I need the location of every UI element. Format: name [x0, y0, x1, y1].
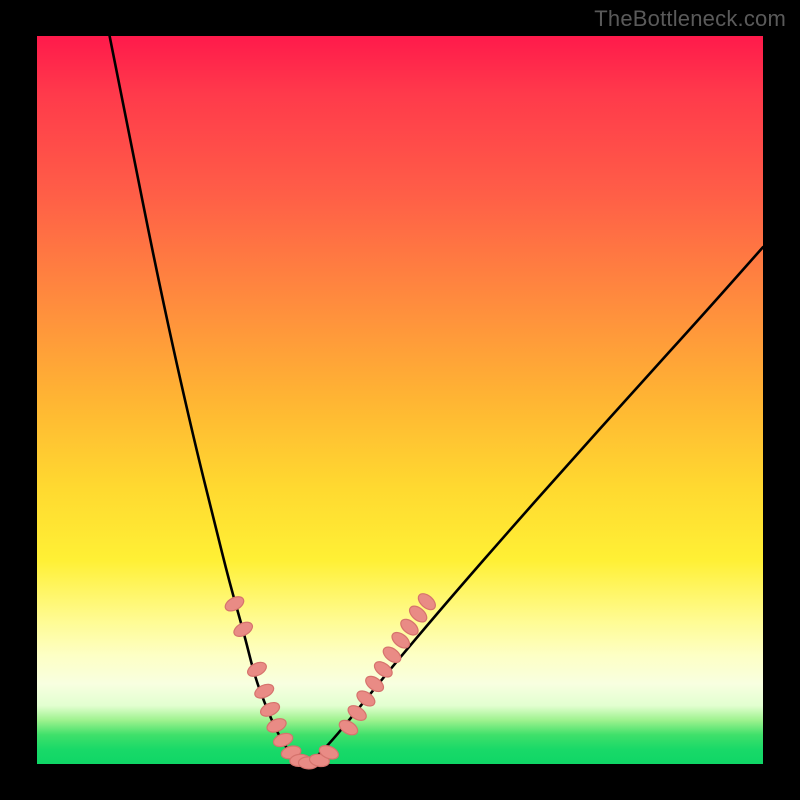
marker-left-4 — [258, 700, 281, 719]
marker-left-5 — [265, 716, 288, 735]
marker-left-0 — [223, 594, 246, 614]
curve-left — [110, 36, 302, 764]
watermark-text: TheBottleneck.com — [594, 6, 786, 32]
marker-left-2 — [245, 660, 268, 680]
plot-area — [37, 36, 763, 764]
chart-frame: TheBottleneck.com — [0, 0, 800, 800]
marker-right-2 — [337, 717, 360, 737]
markers-left — [223, 594, 319, 769]
marker-left-3 — [253, 682, 276, 701]
curve-left-branch — [110, 36, 302, 764]
curve-layer — [37, 36, 763, 764]
markers-right — [309, 591, 439, 768]
marker-left-1 — [232, 619, 255, 639]
